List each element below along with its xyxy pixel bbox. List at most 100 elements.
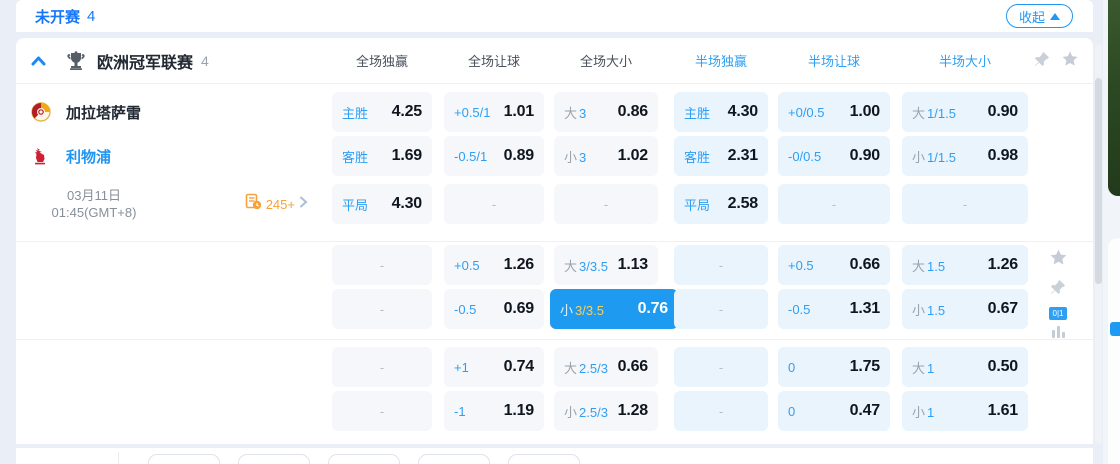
- home-team-logo: [30, 102, 52, 122]
- odds-cell-ht1x2-home[interactable]: 主胜 4.30: [674, 92, 768, 132]
- odds-cell-ft-over[interactable]: 大 2.5/3 0.66: [554, 347, 658, 387]
- chevron-up-icon[interactable]: [30, 54, 47, 68]
- away-team-row: 利物浦 客胜 1.69 -0.5/1 0.89 小 3 1.02 客胜 2.31 -0/0…: [16, 136, 1093, 176]
- odds-cell-ht-handicap[interactable]: -0.5 1.31: [778, 289, 890, 329]
- divider: [118, 452, 119, 464]
- collapse-all-label: 收起: [1018, 9, 1045, 25]
- odds-cell-ht-handicap[interactable]: 0 0.47: [778, 391, 890, 431]
- odds-cell-ht1x2-away[interactable]: 客胜 2.31: [674, 136, 768, 176]
- match-date: 03月11日: [67, 188, 121, 203]
- odds-cell-empty: -: [332, 289, 432, 329]
- odds-cell-ft-under[interactable]: 小 2.5/3 1.28: [554, 391, 658, 431]
- odds-cell-ht-over[interactable]: 大 1.5 1.26: [902, 245, 1028, 285]
- odds-cell-ht-handicap[interactable]: +0.5 0.66: [778, 245, 890, 285]
- column-header-ht-overunder: 半场大小: [938, 54, 991, 69]
- home-team-name: 加拉塔萨雷: [66, 104, 142, 122]
- odds-cell-ft-under-selected[interactable]: 小 3/3.5 0.76: [550, 289, 678, 329]
- triangle-up-icon: [1050, 12, 1060, 20]
- odds-cell-ft-handicap[interactable]: -0.5 0.69: [444, 289, 544, 329]
- odds-cell-empty: -: [674, 289, 768, 329]
- next-section-clipped: [16, 448, 1093, 464]
- match-pin-icon[interactable]: [1049, 278, 1067, 301]
- away-team-logo: [30, 146, 52, 166]
- market-pill[interactable]: [418, 454, 490, 464]
- more-markets-link[interactable]: 245+: [245, 193, 308, 215]
- league-header: 欧洲冠军联赛 4 全场独赢 全场让球 全场大小 半场独赢 半场让球 半场大小: [16, 38, 1093, 84]
- stats-bars-icon[interactable]: [1051, 326, 1065, 338]
- odds-cell-empty: -: [332, 391, 432, 431]
- odds-cell-ht-under[interactable]: 小 1 1.61: [902, 391, 1028, 431]
- odds-cell-ft-over[interactable]: 大 3/3.5 1.13: [554, 245, 658, 285]
- markets-stats-icon: [245, 193, 262, 215]
- league-title: 欧洲冠军联赛: [97, 54, 194, 72]
- odds-cell-empty: -: [554, 184, 658, 224]
- odds-cell-ht-handicap[interactable]: 0 1.75: [778, 347, 890, 387]
- odds-cell-ft-handicap[interactable]: -1 1.19: [444, 391, 544, 431]
- alt-line-row: - -1 1.19 小 2.5/3 1.28 - 0 0.47 小 1 1.61: [16, 391, 1093, 431]
- odds-cell-empty: -: [778, 184, 890, 224]
- market-pill[interactable]: [328, 454, 400, 464]
- odds-cell-ht-under[interactable]: 小 1.5 0.67: [902, 289, 1028, 329]
- match-time: 03月11日 01:45(GMT+8): [20, 187, 168, 221]
- market-pill[interactable]: [238, 454, 310, 464]
- league-count: 4: [201, 52, 209, 69]
- status-count: 4: [87, 7, 96, 25]
- odds-rows: 加拉塔萨雷 主胜 4.25 +0.5/1 1.01 大 3 0.86 主胜 4.30 +0…: [16, 84, 1093, 431]
- odds-cell-ht-handicap-away[interactable]: -0/0.5 0.90: [778, 136, 890, 176]
- market-pill[interactable]: [148, 454, 220, 464]
- scrollbar-thumb[interactable]: [1095, 78, 1102, 284]
- league-trophy-icon: [65, 50, 87, 72]
- odds-cell-ft1x2-draw[interactable]: 平局 4.30: [332, 184, 432, 224]
- odds-cell-ht-over[interactable]: 大 1 0.50: [902, 347, 1028, 387]
- collapse-all-button[interactable]: 收起: [1005, 4, 1073, 28]
- odds-cell-empty: -: [674, 347, 768, 387]
- odds-cell-ft-handicap-home[interactable]: +0.5/1 1.01: [444, 92, 544, 132]
- odds-cell-empty: -: [332, 245, 432, 285]
- right-blue-button-fragment[interactable]: [1110, 322, 1120, 336]
- odds-cell-ht-handicap-home[interactable]: +0/0.5 1.00: [778, 92, 890, 132]
- alt-line-row: - +1 0.74 大 2.5/3 0.66 - 0 1.75 大 1 0.50: [16, 347, 1093, 387]
- odds-cell-ht-over[interactable]: 大 1/1.5 0.90: [902, 92, 1028, 132]
- column-header-ft-handicap: 全场让球: [467, 54, 520, 69]
- star-icon[interactable]: [1061, 50, 1079, 73]
- market-pill[interactable]: [508, 454, 580, 464]
- alt-line-row: - +0.5 1.26 大 3/3.5 1.13 - +0.5 0.66 大 1.5 1.2…: [16, 245, 1093, 285]
- away-team-name: 利物浦: [66, 148, 112, 166]
- column-header-ft-overunder: 全场大小: [579, 54, 632, 69]
- alt-line-row: - -0.5 0.69 小 3/3.5 0.76 - -0.5 1.31 小 1.5 0.6…: [16, 289, 1093, 329]
- league-card: 欧洲冠军联赛 4 全场独赢 全场让球 全场大小 半场独赢 半场让球 半场大小 加…: [16, 38, 1093, 444]
- odds-cell-ft-handicap[interactable]: +0.5 1.26: [444, 245, 544, 285]
- markets-count: 245+: [265, 196, 295, 212]
- odds-cell-empty: -: [674, 391, 768, 431]
- odds-cell-ft-handicap-away[interactable]: -0.5/1 0.89: [444, 136, 544, 176]
- odds-cell-ft1x2-home[interactable]: 主胜 4.25: [332, 92, 432, 132]
- odds-cell-ht1x2-draw[interactable]: 平局 2.58: [674, 184, 768, 224]
- odds-cell-ht-under[interactable]: 小 1/1.5 0.98: [902, 136, 1028, 176]
- column-header-ft-1x2: 全场独赢: [355, 54, 408, 69]
- score-badge[interactable]: 0|1: [1049, 307, 1067, 320]
- home-team-row: 加拉塔萨雷 主胜 4.25 +0.5/1 1.01 大 3 0.86 主胜 4.30 +0…: [16, 92, 1093, 132]
- match-clock: 01:45(GMT+8): [51, 205, 137, 220]
- odds-cell-ft-over[interactable]: 大 3 0.86: [554, 92, 658, 132]
- column-header-ht-1x2: 半场独赢: [694, 54, 747, 69]
- odds-cell-empty: -: [674, 245, 768, 285]
- pitch-image-fragment: [1108, 0, 1120, 196]
- section-divider: [16, 339, 1093, 340]
- odds-cell-ft-under[interactable]: 小 3 1.02: [554, 136, 658, 176]
- odds-cell-empty: -: [444, 184, 544, 224]
- league-header-label: 欧洲冠军联赛 4: [16, 49, 330, 73]
- odds-cell-ft-handicap[interactable]: +1 0.74: [444, 347, 544, 387]
- match-tools: 0|1: [1047, 248, 1069, 338]
- pin-icon[interactable]: [1033, 50, 1051, 73]
- status-label: 未开赛: [35, 8, 81, 26]
- odds-cell-empty: -: [902, 184, 1028, 224]
- column-header-ht-handicap: 半场让球: [807, 54, 860, 69]
- draw-row: 03月11日 01:45(GMT+8) 245+ 平局 4.30 - - 平局 …: [16, 184, 1093, 224]
- right-card-fragment: [1108, 238, 1120, 464]
- chevron-right-icon: [299, 195, 308, 213]
- status-bar: 未开赛 4 收起: [16, 0, 1093, 32]
- section-divider: [16, 241, 1093, 242]
- betting-page: 未开赛 4 收起 欧洲冠军联赛 4 全场独赢 全场让球 全场大小 半场独赢 半场…: [0, 0, 1120, 464]
- match-star-icon[interactable]: [1049, 248, 1068, 272]
- odds-cell-ft1x2-away[interactable]: 客胜 1.69: [332, 136, 432, 176]
